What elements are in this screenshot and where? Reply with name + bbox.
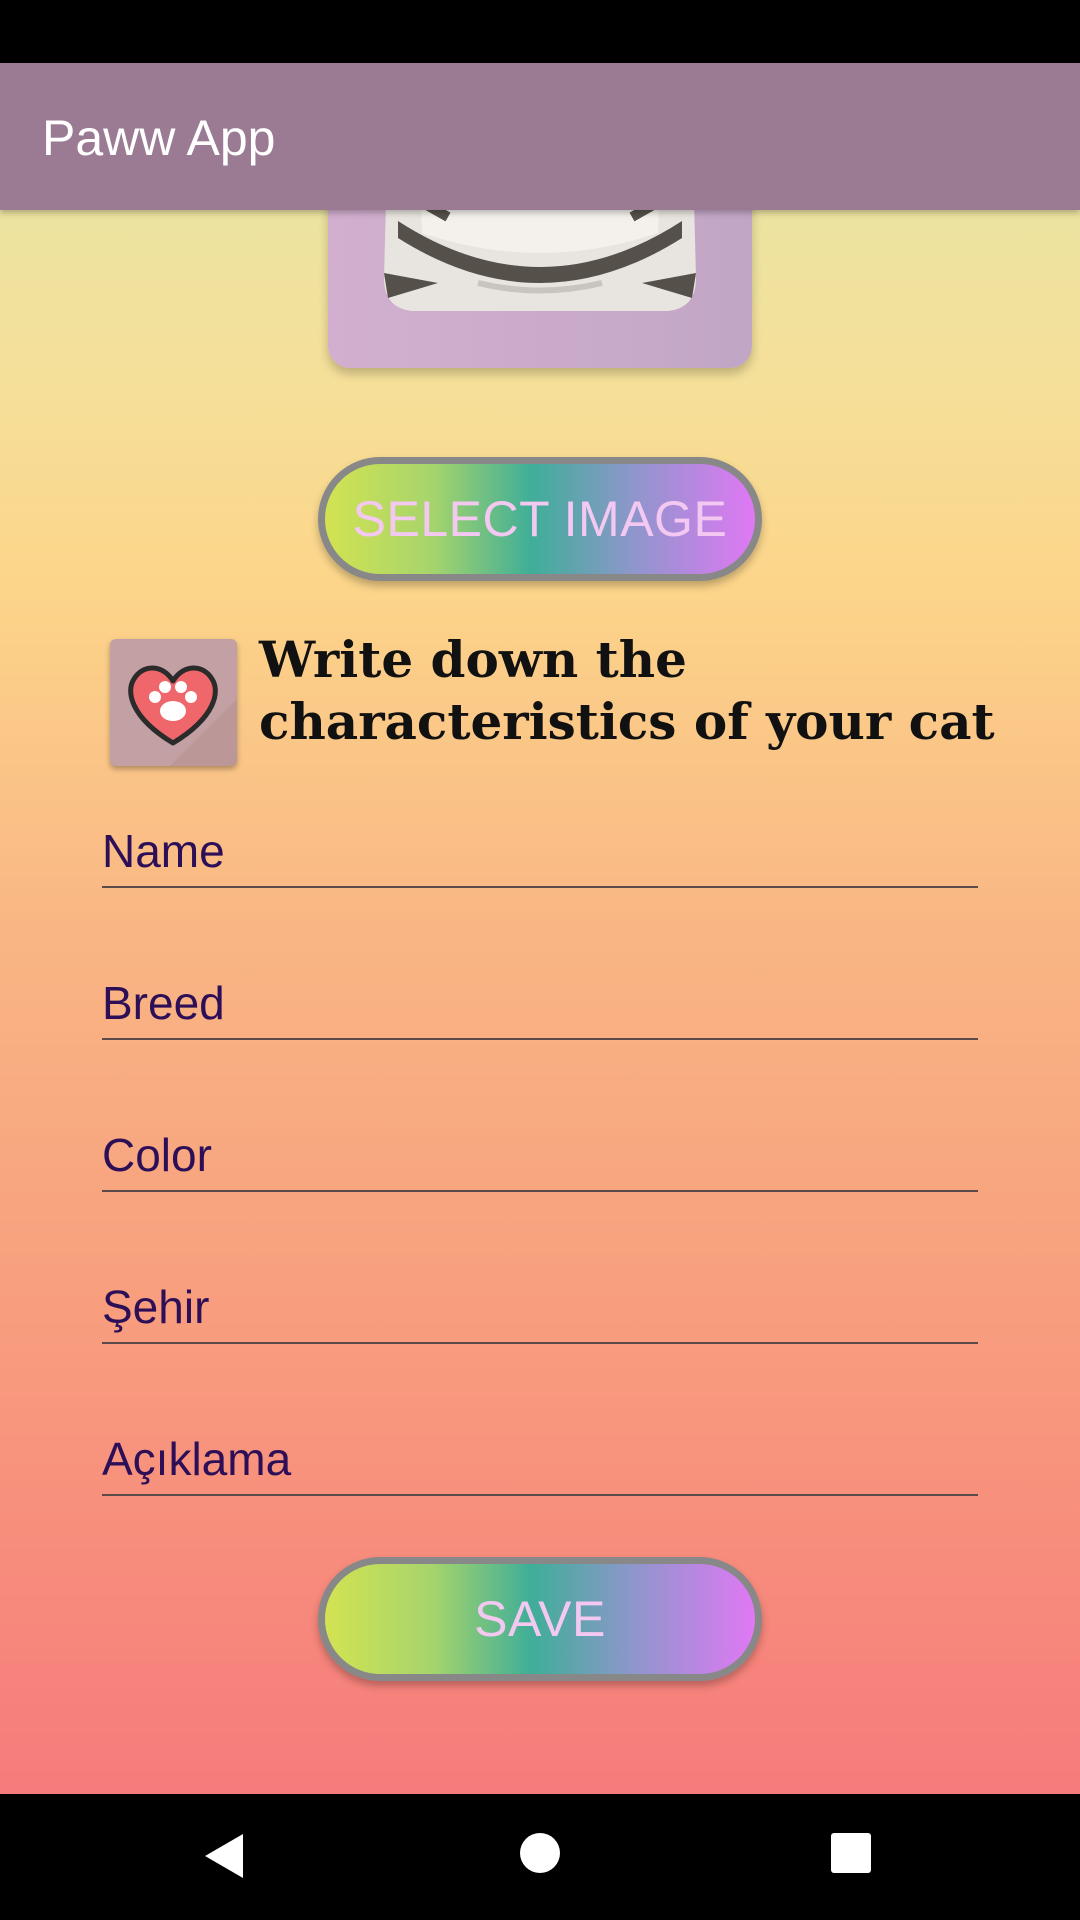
recents-square-icon[interactable] [830, 1832, 872, 1874]
app-bar: Paww App [0, 63, 1080, 210]
breed-input[interactable] [102, 976, 978, 1030]
heading-line-2: characteristics of your cat [259, 692, 995, 751]
description-field[interactable] [102, 1414, 978, 1496]
name-input[interactable] [102, 824, 978, 878]
city-field[interactable] [102, 1262, 978, 1344]
color-field[interactable] [102, 1110, 978, 1192]
name-field[interactable] [102, 806, 978, 888]
section-heading: Write down the characteristics of your c… [259, 629, 1019, 753]
app-content: SELECT IMAGE Write down the characterist… [0, 63, 1080, 1794]
app-title: Paww App [42, 110, 276, 166]
save-button[interactable]: SAVE [318, 1557, 762, 1681]
description-input[interactable] [102, 1432, 978, 1486]
home-circle-icon[interactable] [519, 1832, 561, 1874]
status-bar [0, 0, 1080, 63]
navigation-bar [0, 1794, 1080, 1920]
back-triangle-icon[interactable] [203, 1832, 247, 1880]
color-input[interactable] [102, 1128, 978, 1182]
heading-line-1: Write down the [259, 630, 687, 689]
city-input[interactable] [102, 1280, 978, 1334]
breed-field[interactable] [102, 958, 978, 1040]
heart-paw-icon [110, 639, 237, 766]
select-image-button[interactable]: SELECT IMAGE [318, 457, 762, 581]
